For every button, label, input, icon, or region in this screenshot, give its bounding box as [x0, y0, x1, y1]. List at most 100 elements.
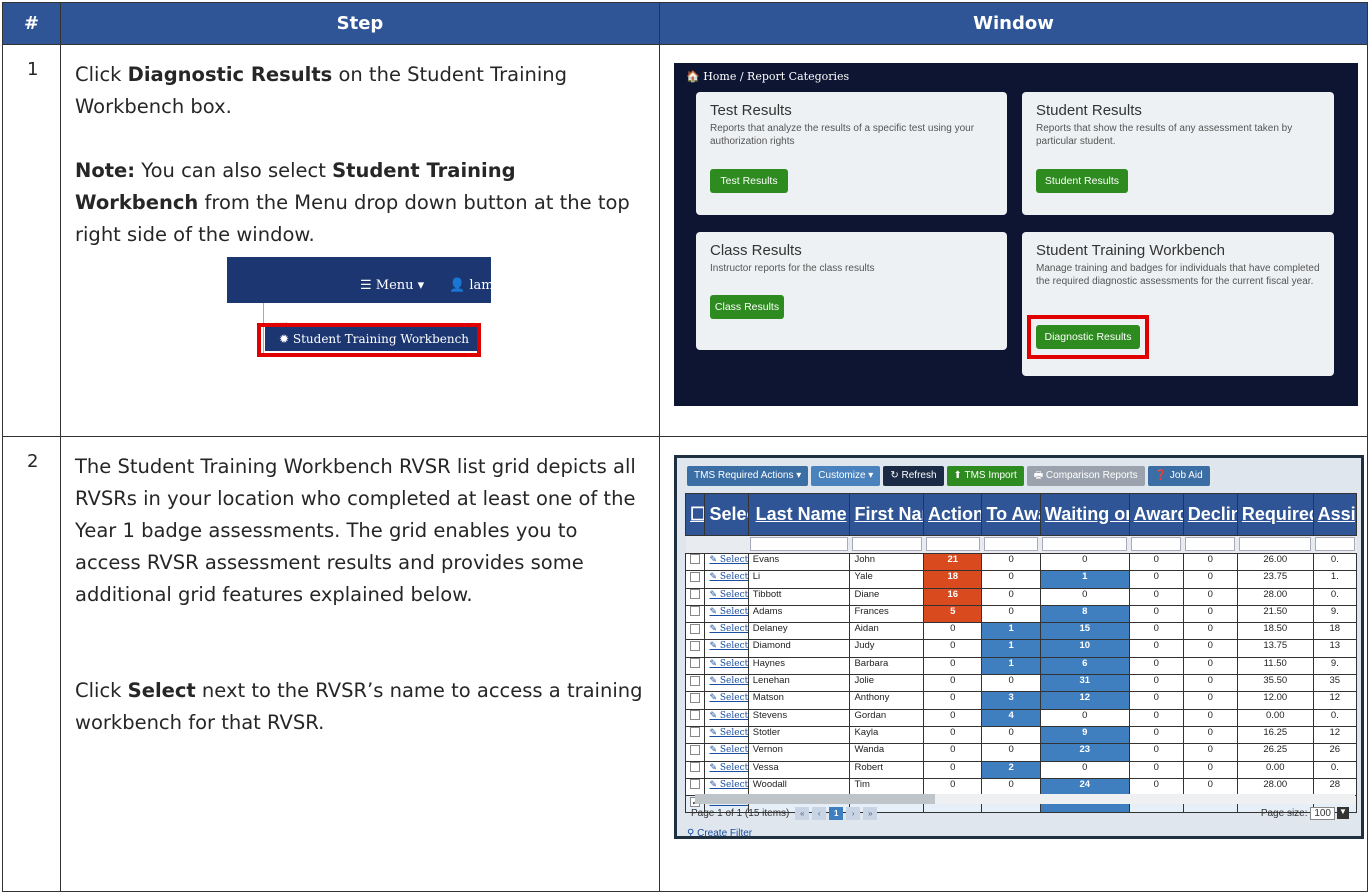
row-checkbox[interactable]	[684, 691, 706, 710]
table-row[interactable]: ✎ Select Stotler Kayla 0 0 9 0 0 16.25 12	[684, 725, 1358, 745]
header-last-name[interactable]: Last Name	[747, 493, 851, 536]
cell-first-name: Diane	[849, 587, 925, 606]
header-declined[interactable]: Declined	[1182, 493, 1238, 536]
cell-awarded: 0	[1128, 674, 1184, 693]
note: Note: You can also select Student Traini…	[75, 159, 630, 246]
row-checkbox[interactable]	[684, 639, 706, 658]
row-checkbox[interactable]	[684, 743, 706, 762]
select-link[interactable]: ✎ Select	[704, 708, 749, 727]
last-page-icon[interactable]: »	[863, 807, 878, 820]
menu-button[interactable]: ☰ Menu ▾	[360, 270, 424, 302]
user-button[interactable]: 👤 lamc	[449, 270, 491, 302]
job-aid-button[interactable]: ❓ Job Aid	[1147, 466, 1210, 486]
header-first-name[interactable]: First Name	[849, 493, 925, 536]
cell-waiting-on-tms: 0	[1039, 760, 1130, 779]
cell-required-hrs: 11.50	[1236, 656, 1314, 676]
cell-declined: 0	[1182, 760, 1238, 779]
cell-first-name: Barbara	[849, 656, 925, 676]
cell-last-name: Evans	[747, 552, 851, 572]
cell-assigned: 0.	[1312, 760, 1358, 779]
table-row[interactable]: ✎ Select Tibbott Diane 16 0 0 0 0 28.00 0.	[684, 587, 1358, 606]
row-checkbox[interactable]	[684, 656, 706, 676]
next-page-icon[interactable]: ›	[846, 807, 861, 820]
header-to-award[interactable]: To Award	[981, 493, 1041, 536]
filter-input[interactable]	[983, 537, 1039, 551]
document-page: # Step Window 1 Click Diagnostic Results…	[0, 0, 1369, 893]
table-row[interactable]: ✎ Select Evans John 21 0 0 0 0 26.00 0.	[684, 552, 1358, 572]
student-results-button[interactable]: Student Results	[1036, 169, 1128, 193]
select-link[interactable]: ✎ Select	[704, 570, 749, 589]
workbench-grid-screenshot: TMS Required Actions ▾ Customize ▾ ↻ Ref…	[674, 455, 1364, 839]
cell-first-name: Yale	[849, 570, 925, 589]
row-checkbox[interactable]	[684, 674, 706, 693]
header-actions[interactable]: Actions	[923, 493, 983, 536]
row-checkbox[interactable]	[684, 552, 706, 572]
filter-input[interactable]	[1042, 537, 1128, 551]
tms-required-actions-button[interactable]: TMS Required Actions ▾	[687, 466, 809, 486]
row-checkbox[interactable]	[684, 725, 706, 745]
select-link[interactable]: ✎ Select	[704, 743, 749, 762]
cell-first-name: Anthony	[849, 691, 925, 710]
test-results-button[interactable]: Test Results	[710, 169, 788, 193]
table-row[interactable]: ✎ Select Delaney Aidan 0 1 15 0 0 18.50 18	[684, 622, 1358, 641]
filter-input[interactable]	[1185, 537, 1236, 551]
table-row[interactable]: ✎ Select Li Yale 18 0 1 0 0 23.75 1.	[684, 570, 1358, 589]
filter-input[interactable]	[925, 537, 980, 551]
row-checkbox[interactable]	[684, 587, 706, 606]
select-link[interactable]: ✎ Select	[704, 587, 749, 606]
filter-input[interactable]	[851, 537, 922, 551]
table-row[interactable]: ✎ Select Diamond Judy 0 1 10 0 0 13.75 13	[684, 639, 1358, 658]
page-number-button[interactable]: 1	[829, 807, 844, 820]
select-link[interactable]: ✎ Select	[704, 760, 749, 779]
filter-input[interactable]	[1131, 537, 1182, 551]
comparison-reports-button[interactable]: 🖶 Comparison Reports	[1026, 466, 1145, 486]
table-row[interactable]: ✎ Select Adams Frances 5 0 8 0 0 21.50 9.	[684, 604, 1358, 624]
tms-import-button[interactable]: ⬆ TMS Import	[946, 466, 1024, 486]
header-awarded[interactable]: Awarded	[1128, 493, 1184, 536]
breadcrumb[interactable]: 🏠 Home / Report Categories	[686, 70, 849, 83]
first-page-icon[interactable]: «	[795, 807, 810, 820]
table-row[interactable]: ✎ Select Vessa Robert 0 2 0 0 0 0.00 0.	[684, 760, 1358, 779]
select-link[interactable]: ✎ Select	[704, 691, 749, 710]
create-filter-link[interactable]: ⚲ Create Filter	[687, 828, 752, 836]
select-link[interactable]: ✎ Select	[704, 622, 749, 641]
prev-page-icon[interactable]: ‹	[812, 807, 827, 820]
filter-input[interactable]	[1315, 537, 1355, 551]
cell-to-award: 4	[981, 708, 1041, 727]
filter-input[interactable]	[1239, 537, 1312, 551]
header-assigned[interactable]: Assigne	[1312, 493, 1358, 536]
class-results-button[interactable]: Class Results	[710, 295, 784, 319]
select-link[interactable]: ✎ Select	[704, 552, 749, 572]
header-required-hrs[interactable]: Required Hrs	[1236, 493, 1314, 536]
table-row[interactable]: ✎ Select Haynes Barbara 0 1 6 0 0 11.50 9.	[684, 656, 1358, 676]
select-link[interactable]: ✎ Select	[704, 725, 749, 745]
row-checkbox[interactable]	[684, 570, 706, 589]
horizontal-scrollbar[interactable]	[695, 794, 1355, 804]
select-link[interactable]: ✎ Select	[704, 674, 749, 693]
dropdown-icon[interactable]: ▼	[1337, 807, 1349, 820]
cell-to-award: 0	[981, 743, 1041, 762]
page-size-select[interactable]: 100	[1310, 807, 1335, 820]
cell-last-name: Adams	[747, 604, 851, 624]
select-link[interactable]: ✎ Select	[704, 656, 749, 676]
window-cell: TMS Required Actions ▾ Customize ▾ ↻ Ref…	[659, 436, 1368, 892]
cell-declined: 0	[1182, 604, 1238, 624]
header-checkbox[interactable]: ☐	[684, 493, 706, 536]
row-checkbox[interactable]	[684, 708, 706, 727]
header-waiting-on-tms[interactable]: Waiting on TMS	[1039, 493, 1130, 536]
filter-input[interactable]	[750, 537, 848, 551]
select-link[interactable]: ✎ Select	[704, 604, 749, 624]
table-row[interactable]: ✎ Select Lenehan Jolie 0 0 31 0 0 35.50 35	[684, 674, 1358, 693]
row-checkbox[interactable]	[684, 622, 706, 641]
table-row[interactable]: ✎ Select Vernon Wanda 0 0 23 0 0 26.25 26	[684, 743, 1358, 762]
cell-awarded: 0	[1128, 708, 1184, 727]
row-checkbox[interactable]	[684, 760, 706, 779]
select-link[interactable]: ✎ Select	[704, 639, 749, 658]
row-checkbox[interactable]	[684, 604, 706, 624]
table-row[interactable]: ✎ Select Stevens Gordan 0 4 0 0 0 0.00 0.	[684, 708, 1358, 727]
highlight-box	[1027, 315, 1149, 359]
cell-to-award: 3	[981, 691, 1041, 710]
table-row[interactable]: ✎ Select Matson Anthony 0 3 12 0 0 12.00 12	[684, 691, 1358, 710]
customize-button[interactable]: Customize ▾	[811, 466, 881, 486]
refresh-button[interactable]: ↻ Refresh	[883, 466, 944, 486]
